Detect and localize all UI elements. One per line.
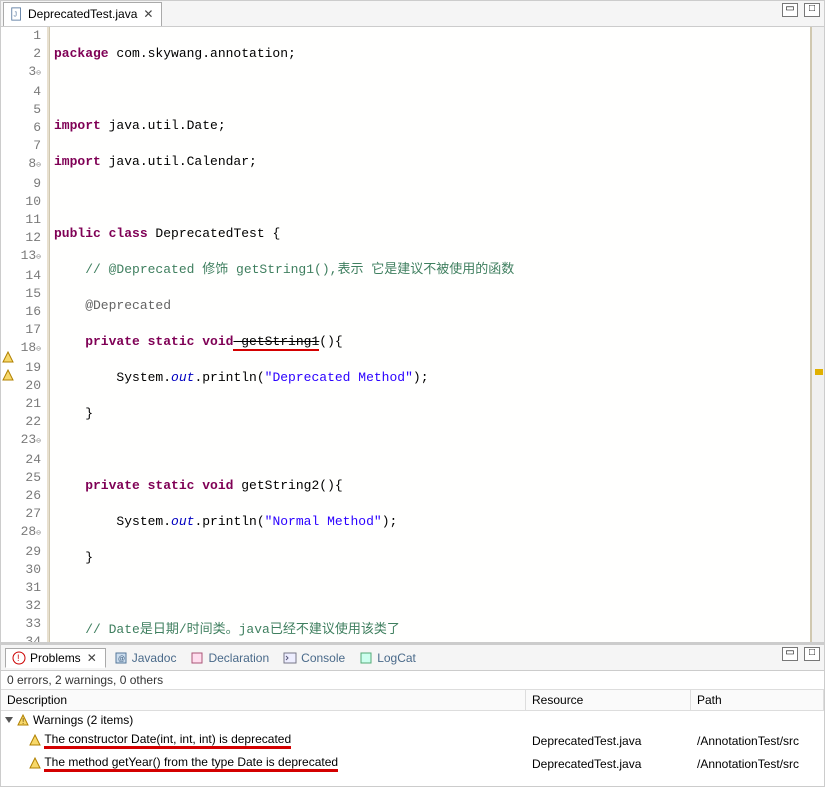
code-area[interactable]: 123⊖45678⊖910111213⊖1415161718⊖192021222… bbox=[1, 27, 824, 642]
keyword: private bbox=[54, 334, 140, 349]
code-text-span: System. bbox=[54, 370, 171, 385]
editor-tab[interactable]: J DeprecatedTest.java ✕ bbox=[3, 2, 162, 26]
keyword: import bbox=[54, 154, 101, 169]
editor-tab-bar: J DeprecatedTest.java ✕ ▭ □ bbox=[1, 1, 824, 27]
warning-icon: ! bbox=[17, 714, 29, 726]
close-icon[interactable]: ✕ bbox=[141, 7, 155, 21]
problems-window-controls: ▭ □ bbox=[782, 647, 820, 661]
code-text-span: java.util.Date; bbox=[101, 118, 226, 133]
tab-javadoc[interactable]: @ Javadoc bbox=[108, 649, 183, 667]
tab-declaration[interactable]: Declaration bbox=[184, 649, 275, 667]
line-number-gutter: 123⊖45678⊖910111213⊖1415161718⊖192021222… bbox=[17, 27, 47, 642]
tab-label: LogCat bbox=[377, 651, 416, 665]
code-text[interactable]: package com.skywang.annotation; import j… bbox=[49, 27, 812, 642]
keyword: package bbox=[54, 46, 109, 61]
svg-text:J: J bbox=[14, 12, 18, 19]
tab-label: Console bbox=[301, 651, 345, 665]
keyword: public bbox=[54, 226, 101, 241]
field: out bbox=[171, 370, 194, 385]
view-tabs: ! Problems ✕ @ Javadoc Declaration Conso… bbox=[1, 645, 824, 671]
java-file-icon: J bbox=[10, 7, 24, 21]
comment: // @Deprecated 修饰 getString1(),表示 它是建议不被… bbox=[54, 262, 514, 277]
problems-pane: ! Problems ✕ @ Javadoc Declaration Conso… bbox=[0, 643, 825, 787]
overview-ruler[interactable] bbox=[812, 27, 824, 642]
declaration-icon bbox=[190, 651, 204, 665]
code-text-span: } bbox=[54, 406, 93, 421]
field: out bbox=[171, 514, 194, 529]
problem-path: /AnnotationTest/src bbox=[691, 732, 824, 750]
minimize-button[interactable]: ▭ bbox=[782, 647, 798, 661]
tab-problems[interactable]: ! Problems ✕ bbox=[5, 648, 106, 668]
console-icon bbox=[283, 651, 297, 665]
tab-logcat[interactable]: LogCat bbox=[353, 649, 422, 667]
keyword: void bbox=[194, 478, 233, 493]
svg-text:!: ! bbox=[17, 653, 20, 663]
code-text-span: System. bbox=[54, 514, 171, 529]
expand-icon[interactable] bbox=[5, 717, 13, 723]
gutter-markers bbox=[1, 27, 17, 642]
warning-icon bbox=[2, 351, 14, 363]
problems-table-header: Description Resource Path bbox=[1, 689, 824, 711]
problem-description: The method getYear() from the type Date … bbox=[44, 755, 338, 772]
code-text-span: ); bbox=[382, 514, 398, 529]
maximize-button[interactable]: □ bbox=[804, 3, 820, 17]
tab-console[interactable]: Console bbox=[277, 649, 351, 667]
warning-icon bbox=[2, 369, 14, 381]
keyword: class bbox=[101, 226, 148, 241]
string: "Deprecated Method" bbox=[265, 370, 413, 385]
editor-tab-label: DeprecatedTest.java bbox=[28, 7, 137, 21]
code-text-span: getString2(){ bbox=[233, 478, 342, 493]
problem-description: The constructor Date(int, int, int) is d… bbox=[44, 732, 291, 749]
code-text-span: java.util.Calendar; bbox=[101, 154, 257, 169]
close-icon[interactable]: ✕ bbox=[85, 651, 99, 665]
logcat-icon bbox=[359, 651, 373, 665]
maximize-button[interactable]: □ bbox=[804, 647, 820, 661]
tab-label: Javadoc bbox=[132, 651, 177, 665]
warning-icon bbox=[29, 734, 41, 746]
deprecated-method: getString1 bbox=[233, 334, 319, 351]
annotation: @Deprecated bbox=[54, 298, 171, 313]
code-text-span: com.skywang.annotation; bbox=[109, 46, 296, 61]
problems-summary: 0 errors, 2 warnings, 0 others bbox=[1, 671, 824, 689]
problem-resource: DeprecatedTest.java bbox=[526, 732, 691, 750]
code-text-span: ); bbox=[413, 370, 429, 385]
keyword: private bbox=[54, 478, 140, 493]
string: "Normal Method" bbox=[265, 514, 382, 529]
category-label: Warnings (2 items) bbox=[33, 713, 133, 727]
keyword: static bbox=[140, 478, 195, 493]
code-text-span: .println( bbox=[194, 370, 264, 385]
code-text-span: .println( bbox=[194, 514, 264, 529]
warning-icon bbox=[29, 757, 41, 769]
problem-row[interactable]: The method getYear() from the type Date … bbox=[1, 752, 824, 775]
tab-label: Declaration bbox=[208, 651, 269, 665]
warning-marker[interactable] bbox=[815, 369, 823, 375]
problem-resource: DeprecatedTest.java bbox=[526, 755, 691, 773]
svg-text:@: @ bbox=[118, 656, 125, 663]
editor-pane: J DeprecatedTest.java ✕ ▭ □ 123⊖45678⊖91… bbox=[0, 0, 825, 643]
col-description[interactable]: Description bbox=[1, 690, 526, 710]
code-text-span: DeprecatedTest { bbox=[148, 226, 281, 241]
col-path[interactable]: Path bbox=[691, 690, 824, 710]
problems-icon: ! bbox=[12, 651, 26, 665]
minimize-button[interactable]: ▭ bbox=[782, 3, 798, 17]
keyword: import bbox=[54, 118, 101, 133]
code-text-span: (){ bbox=[319, 334, 342, 349]
keyword: static bbox=[140, 334, 195, 349]
svg-text:!: ! bbox=[22, 717, 24, 726]
editor-window-controls: ▭ □ bbox=[782, 3, 820, 17]
keyword: void bbox=[194, 334, 233, 349]
warnings-category[interactable]: ! Warnings (2 items) bbox=[1, 711, 824, 729]
problems-table: Description Resource Path ! Warnings (2 … bbox=[1, 689, 824, 786]
comment: // Date是日期/时间类。java已经不建议使用该类了 bbox=[54, 622, 400, 637]
problem-row[interactable]: The constructor Date(int, int, int) is d… bbox=[1, 729, 824, 752]
code-text-span: } bbox=[54, 550, 93, 565]
javadoc-icon: @ bbox=[114, 651, 128, 665]
problem-path: /AnnotationTest/src bbox=[691, 755, 824, 773]
tab-label: Problems bbox=[30, 651, 81, 665]
col-resource[interactable]: Resource bbox=[526, 690, 691, 710]
